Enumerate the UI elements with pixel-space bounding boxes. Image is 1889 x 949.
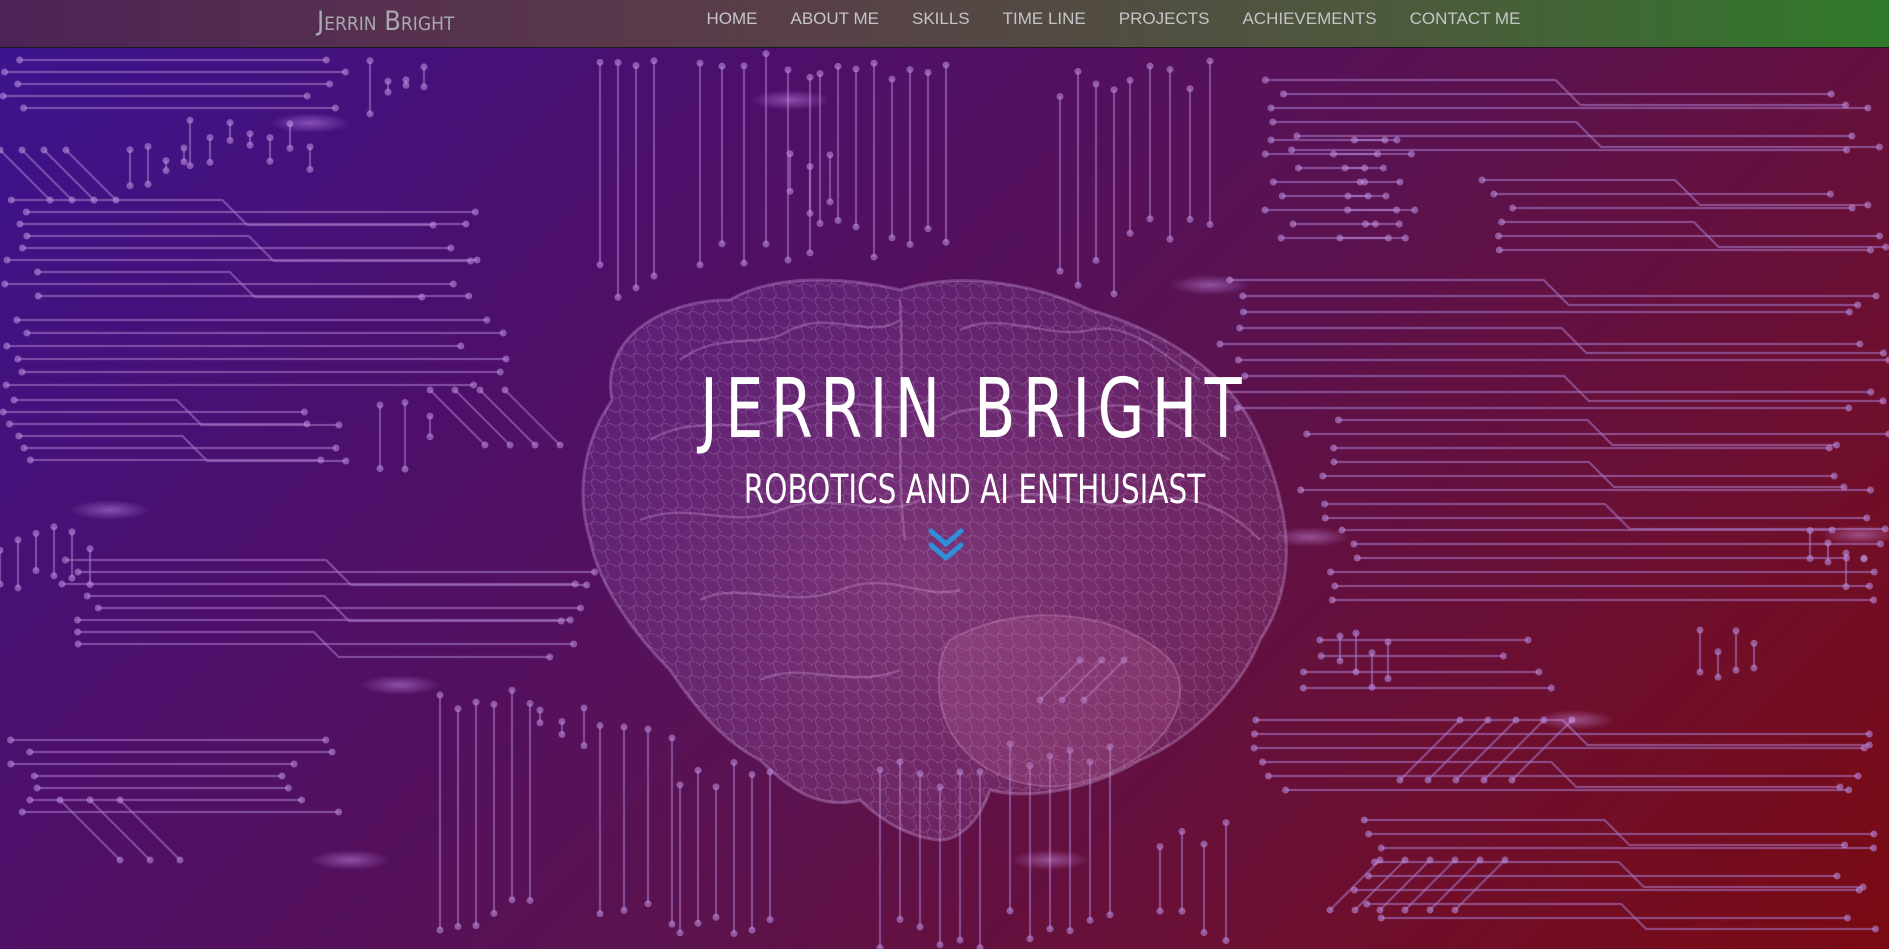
navbar: Jerrin Bright HOME ABOUT ME SKILLS TIME … bbox=[0, 0, 1889, 48]
nav-item-skills[interactable]: SKILLS bbox=[895, 0, 986, 40]
hero-section: JERRIN BRIGHT ROBOTICS AND AI ENTHUSIAST bbox=[0, 355, 1889, 515]
nav-item-home[interactable]: HOME bbox=[690, 0, 774, 40]
nav-item-projects[interactable]: PROJECTS bbox=[1102, 0, 1226, 40]
nav-item-contact-me[interactable]: CONTACT ME bbox=[1393, 0, 1537, 40]
brand-logo[interactable]: Jerrin Bright bbox=[317, 4, 454, 40]
nav-item-about-me[interactable]: ABOUT ME bbox=[774, 0, 895, 40]
hero-subtitle: ROBOTICS AND AI ENTHUSIAST bbox=[743, 467, 1206, 513]
nav-item-achievements[interactable]: ACHIEVEMENTS bbox=[1226, 0, 1393, 40]
nav-menu: HOME ABOUT ME SKILLS TIME LINE PROJECTS … bbox=[690, 0, 1537, 40]
page: Jerrin Bright HOME ABOUT ME SKILLS TIME … bbox=[0, 0, 1889, 949]
double-chevron-down-icon[interactable] bbox=[928, 527, 964, 565]
nav-item-time-line[interactable]: TIME LINE bbox=[986, 0, 1102, 40]
hero-title: JERRIN BRIGHT bbox=[700, 362, 1249, 457]
